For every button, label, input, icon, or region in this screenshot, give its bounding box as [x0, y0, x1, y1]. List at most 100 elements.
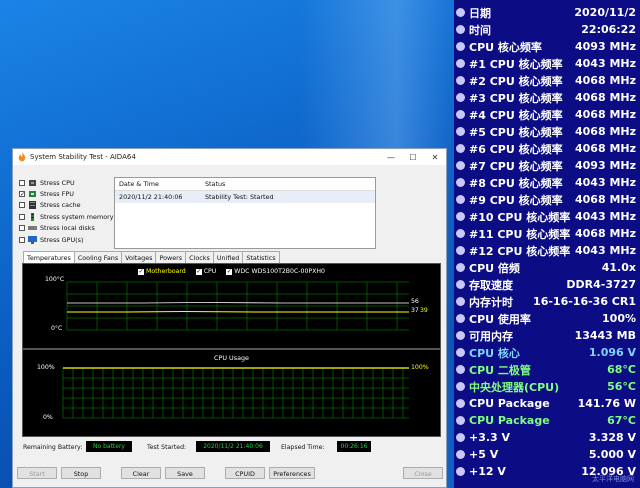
sensor-icon — [456, 76, 465, 85]
status-bar: Remaining Battery: No battery Test Start… — [13, 441, 448, 457]
battery-label: Remaining Battery: — [23, 444, 83, 451]
osd-row: #8 CPU 核心频率 4043 MHz — [454, 174, 640, 191]
osd-row: CPU 核心频率 4093 MHz — [454, 38, 640, 55]
osd-value: 4043 MHz — [575, 57, 636, 70]
cpu-temp-line — [67, 310, 409, 313]
osd-label: CPU Package — [469, 414, 550, 427]
sensor-icon — [456, 314, 465, 323]
legend-cpu[interactable]: ✓ CPU — [195, 268, 216, 275]
sensor-icon — [456, 365, 465, 374]
stress-gpu-checkbox[interactable] — [19, 236, 25, 243]
legend-motherboard[interactable]: ✓ Motherboard — [138, 268, 186, 275]
osd-row: CPU 倍频 41.0x — [454, 259, 640, 276]
preferences-button[interactable]: Preferences — [269, 467, 315, 479]
osd-label: CPU 核心 — [469, 346, 520, 360]
sensor-icon — [456, 93, 465, 102]
osd-value: 4068 MHz — [575, 108, 636, 121]
stress-cache-checkbox[interactable] — [19, 202, 25, 209]
osd-row: #2 CPU 核心频率 4068 MHz — [454, 72, 640, 89]
usage-axis-top: 100% — [37, 364, 55, 371]
checkbox-icon[interactable]: ✓ — [195, 268, 202, 275]
sensor-icon — [456, 433, 465, 442]
save-button[interactable]: Save — [165, 467, 205, 479]
osd-value: 22:06:22 — [581, 23, 636, 36]
osd-row: CPU Package 141.76 W — [454, 395, 640, 412]
osd-value: 3.328 V — [588, 431, 636, 444]
sensor-icon — [456, 127, 465, 136]
cpuid-button[interactable]: CPUID — [225, 467, 265, 479]
log-col-status[interactable]: Status — [205, 180, 375, 188]
sensor-icon — [456, 280, 465, 289]
stress-cache-option[interactable]: Stress cache — [19, 200, 119, 211]
battery-value: No battery — [86, 441, 132, 452]
watermark: 太平洋电脑网 — [592, 475, 634, 483]
legend-disk[interactable]: ✓ WDC WDS100T2B0C-00PXH0 — [226, 268, 325, 275]
osd-row: CPU 核心 1.096 V — [454, 344, 640, 361]
sensor-icon — [456, 450, 465, 459]
aida64-flame-icon — [18, 152, 26, 162]
maximize-icon[interactable]: ☐ — [402, 153, 424, 162]
status-log-table[interactable]: Date & Time Status 2020/11/2 21:40:06 St… — [114, 177, 376, 249]
log-status-cell: Stability Test: Started — [205, 193, 274, 201]
osd-label: CPU 使用率 — [469, 312, 531, 326]
osd-label: #2 CPU 核心频率 — [469, 74, 563, 88]
temp-value-motherboard: 56 — [411, 298, 419, 305]
osd-row: #10 CPU 核心频率 4043 MHz — [454, 208, 640, 225]
osd-value: 4068 MHz — [575, 74, 636, 87]
stress-fpu-checkbox[interactable]: ✓ — [19, 191, 25, 198]
sensor-icon — [456, 297, 465, 306]
fpu-chip-icon — [29, 191, 36, 198]
close-button[interactable]: Close — [403, 467, 443, 479]
osd-label: +3.3 V — [469, 431, 511, 444]
log-col-date[interactable]: Date & Time — [115, 180, 205, 188]
osd-row: #1 CPU 核心频率 4043 MHz — [454, 55, 640, 72]
osd-value: 4068 MHz — [575, 91, 636, 104]
monitor-icon — [28, 235, 37, 244]
stress-cpu-checkbox[interactable] — [19, 179, 25, 186]
stress-fpu-option[interactable]: ✓ Stress FPU — [19, 188, 119, 199]
osd-value: 41.0x — [601, 261, 636, 274]
cpu-chip-icon — [29, 179, 36, 186]
stability-test-window[interactable]: System Stability Test - AIDA64 — ☐ ✕ Str… — [12, 148, 447, 488]
stress-options: Stress CPU ✓ Stress FPU Stress cache Str… — [19, 177, 119, 245]
button-bar: Start Stop Clear Save CPUID Preferences … — [13, 467, 448, 481]
clear-button[interactable]: Clear — [121, 467, 161, 479]
sensor-icon — [456, 195, 465, 204]
osd-value: 4093 MHz — [575, 159, 636, 172]
sensor-icon — [456, 382, 465, 391]
test-started-label: Test Started: — [147, 444, 187, 451]
stress-cpu-option[interactable]: Stress CPU — [19, 177, 119, 188]
window-titlebar[interactable]: System Stability Test - AIDA64 — ☐ ✕ — [13, 149, 446, 165]
stress-memory-checkbox[interactable] — [19, 213, 25, 220]
osd-label: #5 CPU 核心频率 — [469, 125, 563, 139]
osd-row: CPU 二极管 68°C — [454, 361, 640, 378]
stop-button[interactable]: Stop — [61, 467, 101, 479]
close-icon[interactable]: ✕ — [424, 153, 446, 162]
osd-value: 68°C — [607, 363, 636, 376]
sensor-icon — [456, 229, 465, 238]
stress-disks-option[interactable]: Stress local disks — [19, 223, 119, 234]
stress-disks-checkbox[interactable] — [19, 225, 25, 232]
osd-value: 4068 MHz — [575, 142, 636, 155]
start-button[interactable]: Start — [17, 467, 57, 479]
minimize-icon[interactable]: — — [380, 153, 402, 162]
osd-row: #12 CPU 核心频率 4043 MHz — [454, 242, 640, 259]
osd-label: #9 CPU 核心频率 — [469, 193, 563, 207]
osd-value: 5.000 V — [588, 448, 636, 461]
osd-value: 2020/11/2 — [574, 6, 636, 19]
disk-drive-icon — [28, 226, 37, 231]
stress-gpu-option[interactable]: Stress GPU(s) — [19, 234, 119, 245]
osd-value: 4093 MHz — [575, 40, 636, 53]
sensor-icon — [456, 246, 465, 255]
osd-label: 可用内存 — [469, 329, 513, 343]
checkbox-icon[interactable]: ✓ — [226, 268, 233, 275]
stress-option-label: Stress system memory — [40, 212, 114, 221]
table-row[interactable]: 2020/11/2 21:40:06 Stability Test: Start… — [115, 191, 375, 203]
osd-label: #7 CPU 核心频率 — [469, 159, 563, 173]
sensor-icon — [456, 399, 465, 408]
stress-memory-option[interactable]: Stress system memory — [19, 211, 119, 222]
osd-row: #3 CPU 核心频率 4068 MHz — [454, 89, 640, 106]
checkbox-icon[interactable]: ✓ — [138, 268, 144, 275]
sensor-icon — [456, 263, 465, 272]
stress-option-label: Stress GPU(s) — [40, 235, 84, 244]
